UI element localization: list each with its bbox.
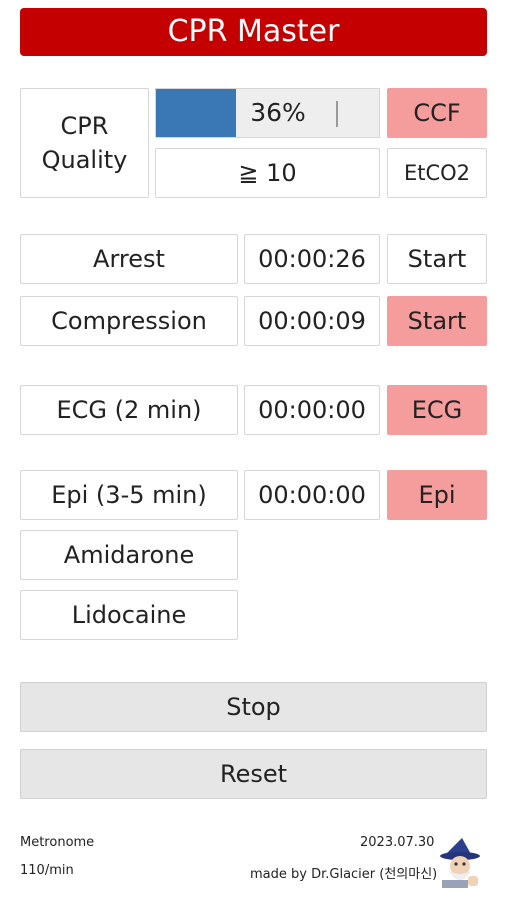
compression-timer: 00:00:09 — [244, 296, 380, 346]
ccf-progress-bar: 36% — [155, 88, 380, 138]
app-title: CPR Master — [20, 8, 487, 56]
arrest-timer: 00:00:26 — [244, 234, 380, 284]
compression-label: Compression — [20, 296, 238, 346]
cpr-quality-line1: CPR — [60, 112, 109, 140]
arrest-start-button[interactable]: Start — [387, 234, 487, 284]
credit-text: made by Dr.Glacier (천의마신) — [250, 867, 438, 882]
epi-timer: 00:00:00 — [244, 470, 380, 520]
etco2-button[interactable]: EtCO2 — [387, 148, 487, 198]
compression-start-button[interactable]: Start — [387, 296, 487, 346]
ccf-button[interactable]: CCF — [387, 88, 487, 138]
ecg-button[interactable]: ECG — [387, 385, 487, 435]
metronome-rate[interactable]: 110/min — [20, 863, 74, 878]
stop-button[interactable]: Stop — [20, 682, 487, 732]
cpr-quality-label: CPR Quality — [20, 88, 149, 198]
ccf-progress-text: 36% — [250, 98, 306, 127]
ccf-progress-target-marker — [336, 101, 338, 127]
epi-button[interactable]: Epi — [387, 470, 487, 520]
wizard-avatar-icon — [438, 836, 482, 888]
release-date: 2023.07.30 — [360, 835, 435, 850]
cpr-quality-line2: Quality — [41, 146, 128, 174]
amidarone-button[interactable]: Amidarone — [20, 530, 238, 580]
etco2-value: ≧ 10 — [155, 148, 380, 198]
ecg-timer: 00:00:00 — [244, 385, 380, 435]
metronome-label[interactable]: Metronome — [20, 835, 94, 850]
ccf-progress-fill — [156, 89, 237, 137]
ecg-label: ECG (2 min) — [20, 385, 238, 435]
reset-button[interactable]: Reset — [20, 749, 487, 799]
epi-label: Epi (3-5 min) — [20, 470, 238, 520]
arrest-label: Arrest — [20, 234, 238, 284]
lidocaine-button[interactable]: Lidocaine — [20, 590, 238, 640]
